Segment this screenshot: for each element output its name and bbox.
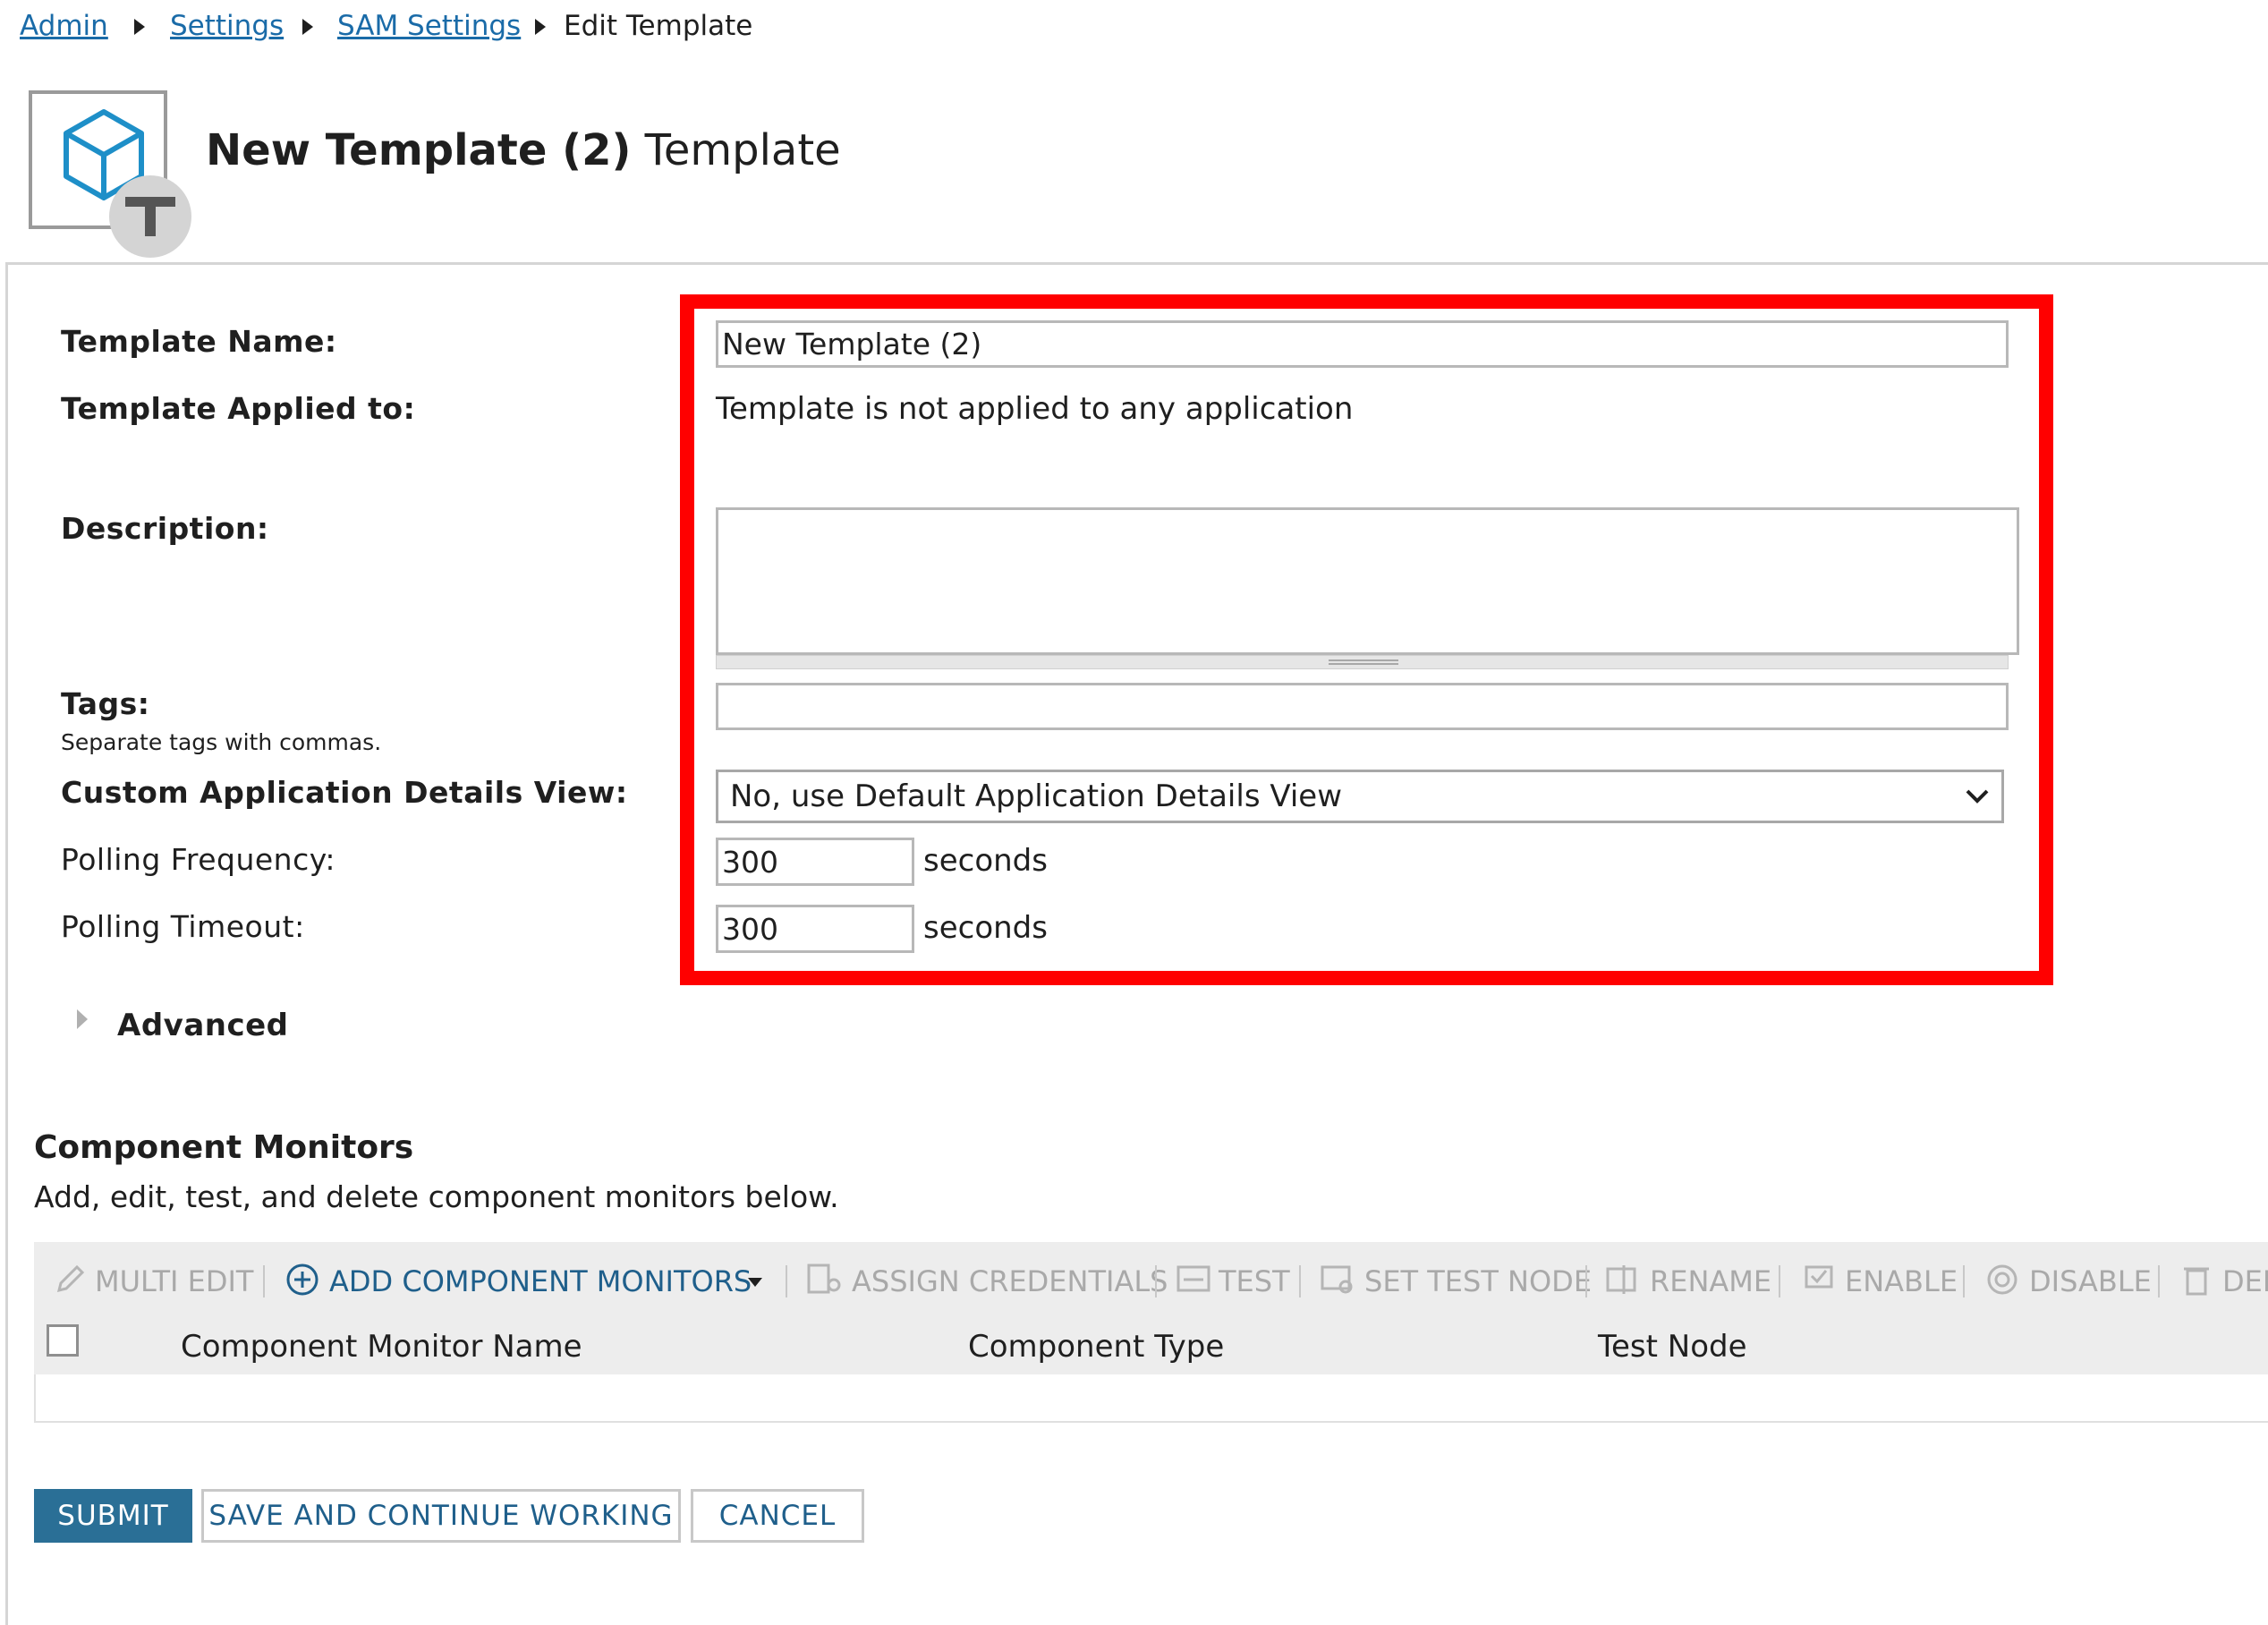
chevron-down-icon [1966, 789, 1989, 804]
chevron-right-icon [77, 1009, 88, 1029]
toolbar-divider [1155, 1265, 1157, 1297]
trash-icon [2184, 1267, 2209, 1296]
toolbar-divider [1299, 1265, 1301, 1297]
page-title: New Template (2) Template [206, 125, 841, 175]
tags-hint: Separate tags with commas. [61, 729, 382, 755]
template-applied-value: Template is not applied to any applicati… [716, 391, 1354, 427]
toolbar-divider [1779, 1265, 1780, 1297]
add-component-monitors-button[interactable]: ADD COMPONENT MONITORS [329, 1263, 752, 1299]
polling-timeout-label: Polling Timeout: [61, 909, 305, 944]
assign-credentials-button[interactable]: ASSIGN CREDENTIALS [852, 1263, 1168, 1299]
template-name-label: Template Name: [61, 324, 337, 359]
add-circle-icon [286, 1263, 319, 1296]
column-header-name[interactable]: Component Monitor Name [181, 1329, 582, 1365]
toolbar-divider [1585, 1265, 1587, 1297]
template-name-input[interactable] [716, 320, 2009, 368]
polling-timeout-input[interactable] [716, 905, 914, 953]
tags-input[interactable] [716, 683, 2009, 730]
disable-button[interactable]: DISABLE [2029, 1263, 2152, 1299]
rename-button[interactable]: RENAME [1650, 1263, 1771, 1299]
test-button[interactable]: TEST [1219, 1263, 1290, 1299]
set-test-node-button[interactable]: SET TEST NODE [1364, 1263, 1592, 1299]
test-icon [1176, 1265, 1210, 1292]
rename-icon [1606, 1265, 1636, 1294]
breadcrumb-current: Edit Template [564, 10, 753, 42]
cancel-button[interactable]: CANCEL [691, 1489, 864, 1543]
component-monitors-subtitle: Add, edit, test, and delete component mo… [34, 1179, 839, 1214]
set-test-node-icon [1321, 1265, 1353, 1294]
column-header-type[interactable]: Component Type [968, 1329, 1224, 1365]
advanced-label: Advanced [117, 1008, 289, 1043]
polling-frequency-label: Polling Frequency: [61, 842, 336, 877]
breadcrumb-sam-settings-link[interactable]: SAM Settings [337, 7, 521, 45]
template-applied-label: Template Applied to: [61, 391, 416, 426]
breadcrumb-separator-icon [302, 19, 313, 35]
breadcrumb-separator-icon [134, 19, 145, 35]
description-label: Description: [61, 511, 269, 546]
component-monitors-title: Component Monitors [34, 1129, 414, 1166]
toolbar-divider [786, 1265, 787, 1297]
pencil-icon [56, 1264, 85, 1293]
enable-button[interactable]: ENABLE [1845, 1263, 1958, 1299]
custom-view-select[interactable]: No, use Default Application Details View [716, 770, 2004, 823]
save-and-continue-button[interactable]: SAVE AND CONTINUE WORKING [201, 1489, 681, 1543]
caret-down-icon [748, 1278, 762, 1287]
disable-icon [1987, 1264, 2017, 1295]
custom-view-label: Custom Application Details View: [61, 775, 628, 810]
template-badge-icon [109, 175, 191, 258]
breadcrumb-separator-icon [535, 19, 546, 35]
assign-credentials-icon [807, 1263, 841, 1294]
polling-frequency-input[interactable] [716, 838, 914, 886]
multi-edit-button[interactable]: MULTI EDIT [95, 1263, 253, 1299]
delete-button[interactable]: DEL [2222, 1263, 2268, 1299]
submit-button[interactable]: SUBMIT [34, 1489, 192, 1543]
tags-label: Tags: [61, 686, 150, 721]
description-textarea[interactable] [716, 507, 2019, 655]
custom-view-selected-value: No, use Default Application Details View [730, 778, 1343, 814]
component-monitors-grid-body [34, 1374, 2268, 1423]
toolbar-divider [263, 1265, 265, 1297]
resize-grip-icon [1329, 659, 1398, 665]
column-header-test-node[interactable]: Test Node [1598, 1329, 1747, 1365]
select-all-checkbox[interactable] [47, 1324, 79, 1357]
breadcrumb-settings-link[interactable]: Settings [170, 7, 284, 45]
enable-icon [1805, 1265, 1833, 1289]
polling-timeout-unit: seconds [923, 910, 1048, 946]
toolbar-divider [1963, 1265, 1965, 1297]
toolbar-divider [2158, 1265, 2160, 1297]
breadcrumb-admin-link[interactable]: Admin [20, 7, 108, 45]
polling-frequency-unit: seconds [923, 843, 1048, 879]
